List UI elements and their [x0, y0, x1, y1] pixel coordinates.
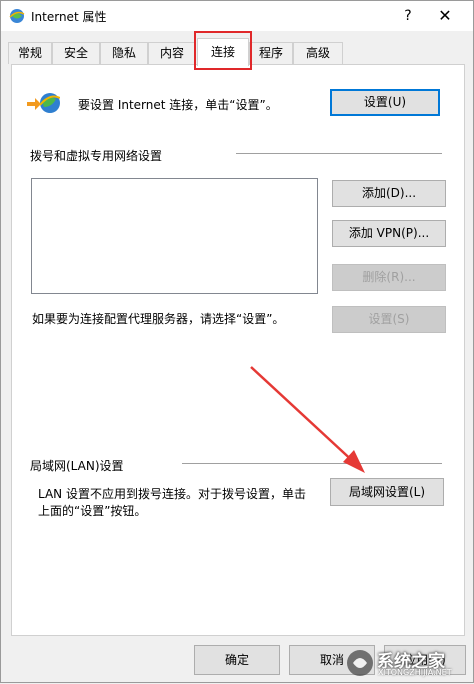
add-vpn-button[interactable]: 添加 VPN(P)...: [332, 220, 446, 247]
watermark-logo-icon: [347, 650, 373, 676]
setup-description: 要设置 Internet 连接，单击“设置”。: [78, 98, 278, 112]
tab-security[interactable]: 安全: [52, 42, 100, 64]
connections-listbox[interactable]: [31, 178, 318, 294]
tab-highlight-box: [194, 31, 252, 70]
lan-heading: 局域网(LAN)设置: [30, 459, 124, 473]
internet-properties-dialog: Internet 属性 ? ✕ 常规 安全 隐私 内容 连接 程序 高级 要设置…: [0, 0, 474, 683]
proxy-description: 如果要为连接配置代理服务器，请选择“设置”。: [32, 312, 285, 326]
connections-panel: 要设置 Internet 连接，单击“设置”。 设置(U) 拨号和虚拟专用网络设…: [11, 64, 465, 636]
ok-button[interactable]: 确定: [194, 645, 280, 675]
lan-description-line1: LAN 设置不应用到拨号连接。对于拨号设置，单击: [38, 487, 306, 501]
internet-globe-icon: [9, 9, 25, 23]
tab-general[interactable]: 常规: [8, 42, 52, 64]
title-bar: Internet 属性 ? ✕: [1, 1, 473, 31]
tab-privacy[interactable]: 隐私: [100, 42, 148, 64]
watermark-url: XITONGZHIJIA.NET: [378, 668, 452, 677]
help-button[interactable]: ?: [395, 4, 421, 28]
lan-settings-button[interactable]: 局域网设置(L): [330, 478, 444, 506]
dialup-separator: [236, 153, 442, 154]
watermark: 系统之家 XITONGZHIJIA.NET: [345, 646, 471, 680]
dialup-settings-button[interactable]: 设置(S): [332, 306, 446, 333]
tab-content[interactable]: 内容: [148, 42, 196, 64]
dialup-vpn-heading: 拨号和虚拟专用网络设置: [30, 149, 163, 163]
tab-programs[interactable]: 程序: [249, 42, 293, 64]
lan-description-line2: 上面的“设置”按钮。: [38, 504, 147, 518]
window-title: Internet 属性: [31, 10, 107, 24]
add-connection-button[interactable]: 添加(D)...: [332, 180, 446, 207]
remove-connection-button[interactable]: 删除(R)...: [332, 264, 446, 291]
setup-button[interactable]: 设置(U): [330, 89, 440, 116]
tab-advanced[interactable]: 高级: [293, 42, 343, 64]
network-setup-icon: [27, 93, 60, 113]
lan-separator: [182, 463, 442, 464]
close-button[interactable]: ✕: [431, 4, 459, 28]
